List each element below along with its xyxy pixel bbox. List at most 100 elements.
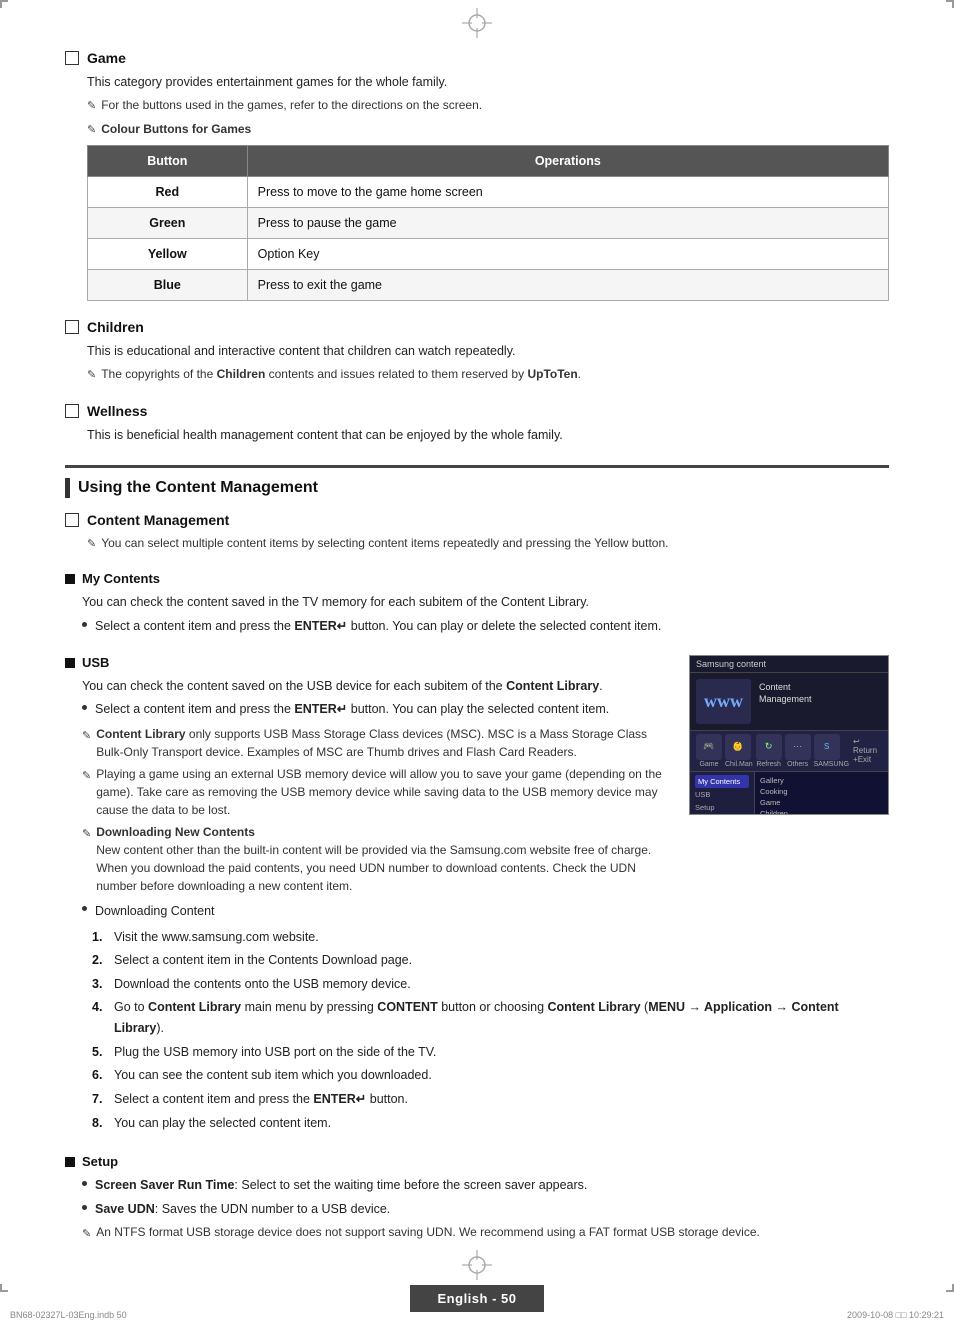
content-mgmt-heading: Content Management	[87, 512, 229, 528]
game-title-row: Game	[65, 50, 889, 66]
setup-bullet1: Screen Saver Run Time: Select to set the…	[82, 1175, 889, 1196]
table-cell-button: Green	[88, 208, 248, 239]
children-body: This is educational and interactive cont…	[87, 341, 889, 385]
children-checkbox-icon	[65, 320, 79, 334]
usb-bullet-dot	[82, 705, 87, 710]
game-desc: This category provides entertainment gam…	[87, 72, 889, 92]
step6-num: 6.	[92, 1065, 114, 1086]
usb-note1: ✎ Content Library only supports USB Mass…	[82, 725, 675, 761]
table-cell-button: Red	[88, 177, 248, 208]
img-logo-text: www	[704, 691, 743, 712]
table-row: GreenPress to pause the game	[88, 208, 889, 239]
game-heading: Game	[87, 50, 126, 66]
step5-num: 5.	[92, 1042, 114, 1063]
step1: 1. Visit the www.samsung.com website.	[92, 927, 889, 948]
content-mgmt-block: Content Management ✎ You can select mult…	[65, 512, 889, 554]
corner-mark-tr	[946, 0, 954, 8]
step1-num: 1.	[92, 927, 114, 948]
setup-save-udn-bold: Save UDN	[95, 1202, 155, 1216]
img-icon-others-label: Others	[785, 761, 811, 768]
img-header: Samsung content	[690, 656, 888, 673]
setup-bullet2-text: Save UDN: Saves the UDN number to a USB …	[95, 1199, 390, 1220]
setup-bullet2-dot	[82, 1205, 87, 1210]
setup-bullet1-text: Screen Saver Run Time: Select to set the…	[95, 1175, 587, 1196]
note2-icon: ✎	[87, 122, 96, 140]
setup-title-row: Setup	[65, 1154, 889, 1169]
img-icon-refresh: ↻	[756, 734, 782, 760]
my-contents-sq-icon	[65, 574, 75, 584]
table-row: RedPress to move to the game home screen	[88, 177, 889, 208]
children-bold1: Children	[217, 367, 266, 381]
content-mgmt-checkbox	[65, 513, 79, 527]
setup-heading: Setup	[82, 1154, 118, 1169]
step2-num: 2.	[92, 950, 114, 971]
children-heading: Children	[87, 319, 144, 335]
setup-note-icon: ✎	[82, 1225, 91, 1243]
enter-bold-usb: ENTER↵	[294, 702, 347, 716]
downloading-bullet: Downloading Content	[82, 901, 889, 922]
img-main-children: Children	[760, 808, 883, 815]
step7-enter: ENTER↵	[313, 1092, 366, 1106]
footer-label: English - 50	[410, 1285, 545, 1312]
children-title-row: Children	[65, 319, 889, 335]
step3-num: 3.	[92, 974, 114, 995]
game-note2: ✎ Colour Buttons for Games	[87, 120, 889, 140]
usb-note2-icon: ✎	[82, 767, 91, 785]
setup-body: Screen Saver Run Time: Select to set the…	[82, 1175, 889, 1243]
game-note1-text: For the buttons used in the games, refer…	[101, 96, 482, 114]
downloading-section: Downloading Content 1. Visit the www.sam…	[82, 901, 889, 1133]
step7-num: 7.	[92, 1089, 114, 1110]
step2-text: Select a content item in the Contents Do…	[114, 950, 412, 971]
wellness-body: This is beneficial health management con…	[87, 425, 889, 445]
setup-bullet2: Save UDN: Saves the UDN number to a USB …	[82, 1199, 889, 1220]
wellness-desc: This is beneficial health management con…	[87, 425, 889, 445]
img-logo: www	[696, 679, 751, 724]
wellness-section: Wellness This is beneficial health manag…	[65, 403, 889, 445]
my-contents-heading: My Contents	[82, 571, 160, 586]
content-mgmt-note-text: You can select multiple content items by…	[101, 534, 668, 552]
img-sidebar: My Contents USB Setup	[690, 772, 755, 815]
table-cell-operation: Press to exit the game	[247, 270, 888, 301]
step8: 8. You can play the selected content ite…	[92, 1113, 889, 1134]
my-contents-bullet-dot	[82, 622, 87, 627]
children-note-text: The copyrights of the Children contents …	[101, 365, 581, 383]
children-desc: This is educational and interactive cont…	[87, 341, 889, 361]
table-cell-operation: Option Key	[247, 239, 888, 270]
table-cell-operation: Press to pause the game	[247, 208, 888, 239]
usb-note1-bold: Content Library	[96, 727, 185, 741]
usb-title-row: USB	[65, 655, 675, 670]
big-section-bar	[65, 478, 70, 498]
crosshair-top-icon	[462, 8, 492, 38]
table-cell-operation: Press to move to the game home screen	[247, 177, 888, 208]
img-main-gallery: Gallery	[760, 775, 883, 786]
usb-note1-text: Content Library only supports USB Mass S…	[96, 725, 675, 761]
img-icon-samsung: S	[814, 734, 840, 760]
img-icon-chil: 👶	[725, 734, 751, 760]
game-body: This category provides entertainment gam…	[87, 72, 889, 301]
content-mgmt-title: Content Management	[65, 512, 889, 528]
step5-text: Plug the USB memory into USB port on the…	[114, 1042, 436, 1063]
my-contents-title-row: My Contents	[65, 571, 889, 586]
my-contents-block: My Contents You can check the content sa…	[65, 571, 889, 636]
using-content-mgmt-section: Using the Content Management Content Man…	[65, 465, 889, 1244]
usb-note3-icon: ✎	[82, 825, 91, 843]
page-footer: English - 50	[0, 1285, 954, 1312]
usb-sq-icon	[65, 658, 75, 668]
img-icon-game-label: Game	[696, 761, 722, 768]
table-row: BluePress to exit the game	[88, 270, 889, 301]
game-note2-text: Colour Buttons for Games	[101, 120, 251, 138]
step4-bold2: CONTENT	[377, 1000, 437, 1014]
crosshair-bottom-icon	[462, 1250, 492, 1280]
step7: 7. Select a content item and press the E…	[92, 1089, 889, 1110]
usb-note2: ✎ Playing a game using an external USB m…	[82, 765, 675, 819]
img-main-panel: Gallery Cooking Game Children Wellness	[755, 772, 888, 815]
big-section-title: Using the Content Management	[65, 478, 889, 498]
page-wrapper: Game This category provides entertainmen…	[0, 0, 954, 1322]
children-section: Children This is educational and interac…	[65, 319, 889, 385]
usb-block: Samsung content www ContentManagement	[65, 655, 889, 1137]
img-header-label: Samsung content	[696, 659, 766, 669]
children-note-icon: ✎	[87, 367, 96, 385]
colour-table: Button Operations RedPress to move to th…	[87, 145, 889, 301]
game-section: Game This category provides entertainmen…	[65, 50, 889, 301]
img-content-mgmt-label: ContentManagement	[759, 681, 812, 706]
